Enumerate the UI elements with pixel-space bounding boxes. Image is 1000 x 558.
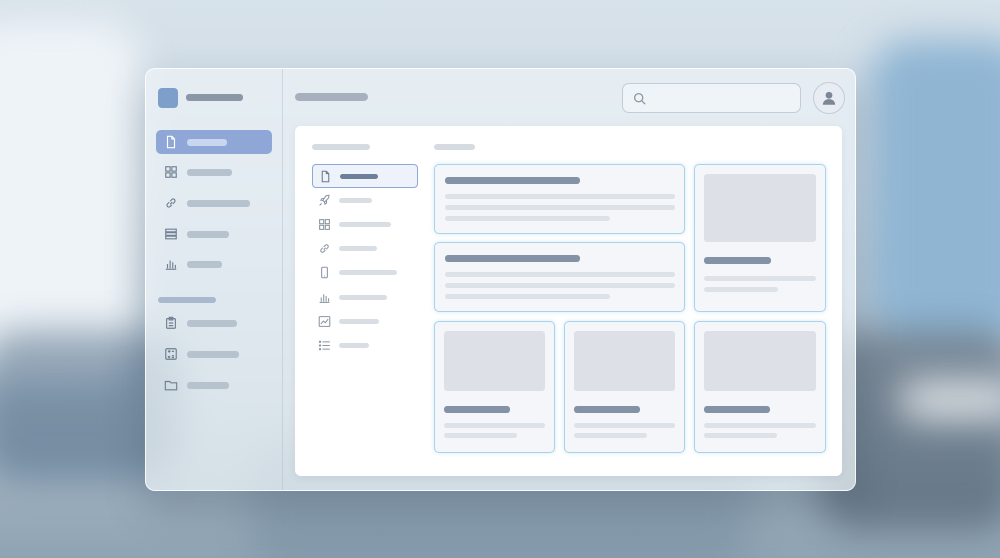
sidebar bbox=[146, 69, 283, 490]
image-placeholder bbox=[574, 331, 675, 391]
image-card[interactable] bbox=[694, 321, 826, 453]
phone-icon bbox=[321, 266, 328, 278]
sidebar-item-label-placeholder bbox=[187, 230, 229, 238]
search-box[interactable] bbox=[622, 83, 801, 113]
card-line-placeholder bbox=[445, 205, 675, 210]
card-title-placeholder bbox=[704, 406, 770, 413]
sidebar-item-files[interactable] bbox=[156, 373, 272, 397]
line-chart-icon bbox=[318, 315, 331, 327]
sidebar-item-label-placeholder bbox=[187, 260, 222, 268]
link-icon bbox=[320, 243, 329, 253]
image-placeholder bbox=[444, 331, 545, 391]
sidebar-item-label-placeholder bbox=[187, 350, 239, 358]
card-title-placeholder bbox=[445, 177, 580, 184]
card-line-placeholder bbox=[704, 423, 816, 428]
sidebar-item-dashboard[interactable] bbox=[156, 160, 272, 184]
nav-item-documents[interactable] bbox=[312, 164, 418, 188]
nav-item-label-placeholder bbox=[339, 269, 397, 275]
card-title-placeholder bbox=[704, 257, 771, 264]
card-line-placeholder bbox=[445, 294, 610, 299]
document-icon bbox=[321, 170, 330, 182]
card-line-placeholder bbox=[444, 423, 545, 428]
nav-item-reports[interactable] bbox=[312, 286, 417, 308]
image-placeholder bbox=[704, 331, 816, 391]
text-card[interactable] bbox=[434, 164, 685, 234]
bar-chart-icon bbox=[165, 260, 177, 270]
sidebar-item-label-placeholder bbox=[187, 319, 237, 327]
sidebar-item-label-placeholder bbox=[187, 381, 229, 389]
card-line-placeholder bbox=[704, 433, 777, 438]
card-line-placeholder bbox=[704, 276, 816, 281]
app-logo bbox=[158, 88, 178, 108]
card-line-placeholder bbox=[574, 423, 675, 428]
card-line-placeholder bbox=[704, 287, 778, 292]
sidebar-item-label-placeholder bbox=[187, 138, 227, 146]
page-title-placeholder bbox=[295, 93, 368, 101]
sidebar-item-label-placeholder bbox=[187, 199, 250, 207]
clipboard-icon bbox=[166, 316, 176, 329]
sidebar-item-tasks[interactable] bbox=[156, 311, 272, 335]
app-window bbox=[145, 68, 856, 491]
user-avatar[interactable] bbox=[813, 82, 845, 114]
nav-item-apps[interactable] bbox=[312, 213, 417, 235]
nav-item-label-placeholder bbox=[339, 245, 377, 251]
card-title-placeholder bbox=[574, 406, 640, 413]
nav-item-label-placeholder bbox=[339, 318, 379, 324]
nav-item-label-placeholder bbox=[339, 197, 372, 203]
nav-item-label-placeholder bbox=[339, 221, 391, 227]
card-line-placeholder bbox=[444, 433, 517, 438]
rocket-icon bbox=[319, 194, 330, 206]
nav-item-label-placeholder bbox=[339, 294, 387, 300]
card-line-placeholder bbox=[574, 433, 647, 438]
sidebar-item-calculator[interactable] bbox=[156, 342, 272, 366]
nav-item-label-placeholder bbox=[339, 342, 369, 348]
image-card[interactable] bbox=[564, 321, 685, 453]
app-title-placeholder bbox=[186, 94, 243, 101]
user-avatar-icon bbox=[822, 91, 836, 105]
main-panel bbox=[295, 126, 842, 476]
image-card[interactable] bbox=[434, 321, 555, 453]
nav-item-trends[interactable] bbox=[312, 310, 417, 332]
document-icon bbox=[166, 135, 176, 149]
card-line-placeholder bbox=[445, 272, 675, 277]
grid-icon bbox=[319, 218, 330, 230]
card-title-placeholder bbox=[444, 406, 510, 413]
sidebar-item-database[interactable] bbox=[156, 222, 272, 246]
image-card[interactable] bbox=[694, 164, 826, 312]
nav-item-launch[interactable] bbox=[312, 189, 417, 211]
nav-item-label-placeholder bbox=[340, 173, 378, 179]
sidebar-item-label-placeholder bbox=[187, 168, 232, 176]
sidebar-section-heading-placeholder bbox=[158, 297, 216, 303]
sidebar-item-analytics[interactable] bbox=[156, 252, 272, 276]
folder-icon bbox=[164, 380, 178, 391]
nav-item-list[interactable] bbox=[312, 334, 417, 356]
card-line-placeholder bbox=[445, 194, 675, 199]
stack-icon bbox=[165, 228, 177, 240]
calculator-icon bbox=[165, 348, 177, 360]
nav-heading-placeholder bbox=[312, 144, 370, 150]
list-icon bbox=[318, 340, 330, 350]
nav-item-mobile[interactable] bbox=[312, 261, 417, 283]
text-card[interactable] bbox=[434, 242, 685, 312]
image-placeholder bbox=[704, 174, 816, 242]
search-icon bbox=[633, 92, 646, 105]
sidebar-item-links[interactable] bbox=[156, 191, 272, 215]
card-line-placeholder bbox=[445, 283, 675, 288]
nav-item-links[interactable] bbox=[312, 237, 417, 259]
link-icon bbox=[166, 198, 176, 208]
grid-icon bbox=[165, 166, 177, 178]
bar-chart-icon bbox=[319, 293, 330, 303]
content-heading-placeholder bbox=[434, 144, 475, 150]
sidebar-item-documents[interactable] bbox=[156, 130, 272, 154]
card-title-placeholder bbox=[445, 255, 580, 262]
search-input[interactable] bbox=[652, 90, 796, 106]
card-line-placeholder bbox=[445, 216, 610, 221]
